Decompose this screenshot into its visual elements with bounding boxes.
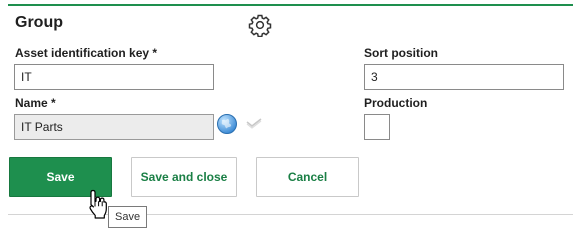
save-and-close-button[interactable]: Save and close [131,157,237,197]
cancel-button[interactable]: Cancel [256,157,359,197]
header-divider [8,4,573,6]
check-icon[interactable] [245,117,263,129]
name-label: Name * [15,96,56,110]
asset-key-input[interactable]: IT [14,64,214,90]
save-tooltip: Save [108,206,148,228]
form-title: Group [15,14,63,31]
gear-icon[interactable] [248,13,272,37]
production-checkbox[interactable] [364,114,390,140]
asset-key-label: Asset identification key * [15,46,158,60]
sort-position-label: Sort position [364,46,438,60]
name-input[interactable]: IT Parts [14,114,214,140]
sort-position-input[interactable]: 3 [364,64,564,90]
globe-icon[interactable] [216,113,238,135]
production-label: Production [364,96,428,110]
